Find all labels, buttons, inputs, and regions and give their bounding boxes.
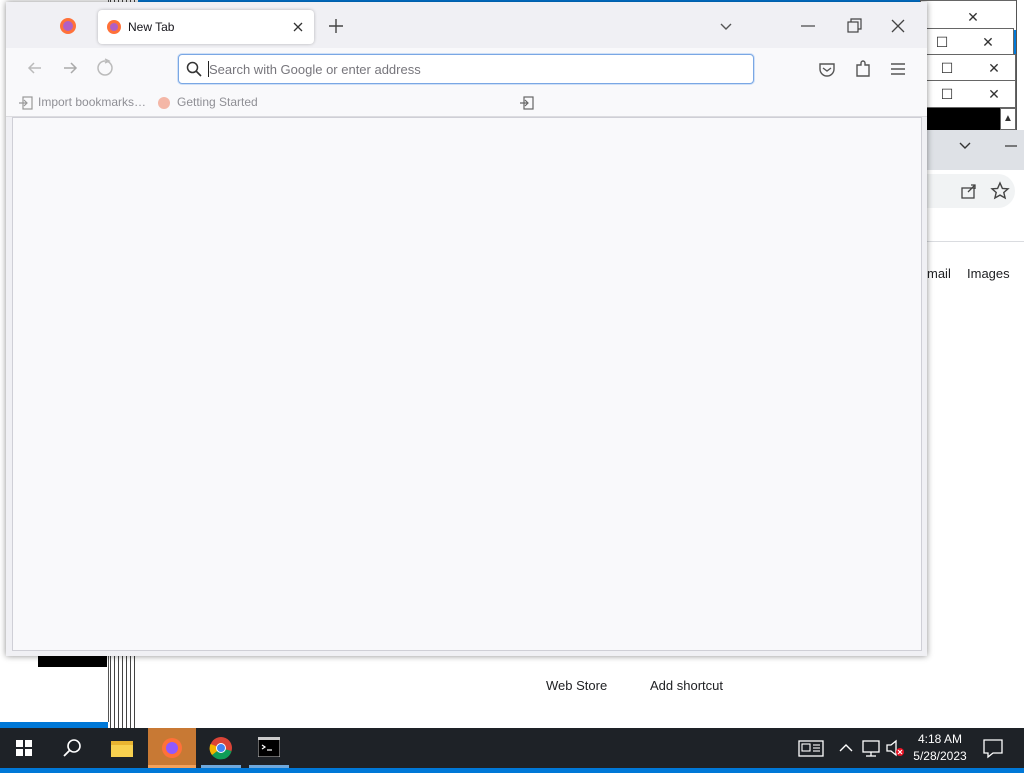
shortcut-web-store[interactable]: Web Store <box>546 678 607 693</box>
shortcut-add[interactable]: Add shortcut <box>650 678 723 693</box>
back-button[interactable] <box>21 54 49 82</box>
close-icon[interactable]: ✕ <box>987 87 1001 101</box>
share-icon[interactable] <box>959 181 979 201</box>
show-hidden-icons-chevron-icon[interactable] <box>836 728 856 768</box>
firefox-window: New Tab Search with Google or enter addr… <box>6 2 927 656</box>
firefox-logo-icon <box>156 95 172 111</box>
chrome-window: mail Images <box>927 130 1024 728</box>
menu-icon[interactable] <box>884 55 912 83</box>
bookmarks-toolbar: Import bookmarks… Getting Started <box>6 90 927 117</box>
maximize-icon[interactable]: ☐ <box>940 61 954 75</box>
page-content[interactable] <box>12 117 922 651</box>
firefox-view-icon[interactable] <box>56 14 80 38</box>
bookmark-star-icon[interactable] <box>990 181 1010 201</box>
reload-button[interactable] <box>91 54 119 82</box>
background-window-top: ✕ <box>920 0 1024 30</box>
address-bar[interactable]: Search with Google or enter address <box>178 54 754 84</box>
tab-title: New Tab <box>128 20 175 34</box>
background-window-1: ☐ ✕ <box>920 28 1014 56</box>
bookmark-getting-started-label: Getting Started <box>177 95 258 109</box>
maximize-icon[interactable]: ☐ <box>940 87 954 101</box>
search-icon <box>185 60 203 78</box>
tab-list-chevron-icon[interactable] <box>716 16 736 36</box>
firefox-icon <box>160 736 184 760</box>
bookmark-import-label: Import bookmarks… <box>38 95 147 109</box>
address-bar-placeholder: Search with Google or enter address <box>209 62 421 77</box>
news-and-interests-icon[interactable] <box>796 728 826 768</box>
taskbar-app-command-prompt[interactable] <box>245 728 293 768</box>
chrome-toolbar-divider <box>927 241 1024 242</box>
tab-new-tab[interactable]: New Tab <box>98 10 314 44</box>
sign-in-icon[interactable] <box>518 94 536 112</box>
maximize-button[interactable] <box>844 16 864 36</box>
background-window-2: ☐ ✕ <box>920 54 1016 82</box>
notifications-icon[interactable] <box>978 728 1008 768</box>
network-icon[interactable] <box>860 728 882 768</box>
search-button[interactable] <box>48 728 96 768</box>
clock-time: 4:18 AM <box>917 732 963 746</box>
chrome-page-bottom: Web Store Add shortcut <box>138 650 928 728</box>
volume-muted-icon[interactable] <box>884 728 906 768</box>
gmail-link[interactable]: mail <box>927 266 951 281</box>
start-button[interactable] <box>0 728 48 768</box>
extensions-icon[interactable] <box>849 55 877 83</box>
pocket-icon[interactable] <box>813 55 841 83</box>
close-icon[interactable]: ✕ <box>987 61 1001 75</box>
scroll-up-button[interactable]: ▲ <box>1000 108 1016 130</box>
close-tab-icon[interactable] <box>290 19 306 35</box>
text-cursor <box>208 61 209 77</box>
forward-button[interactable] <box>56 54 84 82</box>
clock-date: 5/28/2023 <box>913 749 967 763</box>
background-window-scrollbar <box>920 108 1000 130</box>
taskbar-app-chrome[interactable] <box>197 728 245 768</box>
folder-icon <box>110 738 134 758</box>
background-window-3: ☐ ✕ <box>920 80 1016 108</box>
minimize-icon[interactable] <box>1001 136 1021 156</box>
terminal-icon <box>257 736 281 758</box>
minimize-button[interactable] <box>798 16 818 36</box>
firefox-logo-icon <box>106 19 122 35</box>
new-tab-button[interactable] <box>326 16 346 36</box>
background-window-edge-right <box>1016 0 1024 130</box>
close-icon[interactable]: ✕ <box>966 10 980 24</box>
taskbar-app-file-explorer[interactable] <box>98 728 146 768</box>
close-icon[interactable]: ✕ <box>981 35 995 49</box>
tab-strip: New Tab <box>6 2 927 48</box>
import-icon <box>18 95 34 111</box>
taskbar-app-firefox[interactable] <box>148 728 196 768</box>
taskbar: 4:18 AM 5/28/2023 <box>0 728 1024 768</box>
chrome-icon <box>209 736 233 760</box>
chevron-down-icon[interactable] <box>955 136 975 156</box>
clock[interactable]: 4:18 AM 5/28/2023 <box>908 728 972 768</box>
close-window-button[interactable] <box>888 16 908 36</box>
maximize-icon[interactable]: ☐ <box>935 35 949 49</box>
images-link[interactable]: Images <box>967 266 1010 281</box>
